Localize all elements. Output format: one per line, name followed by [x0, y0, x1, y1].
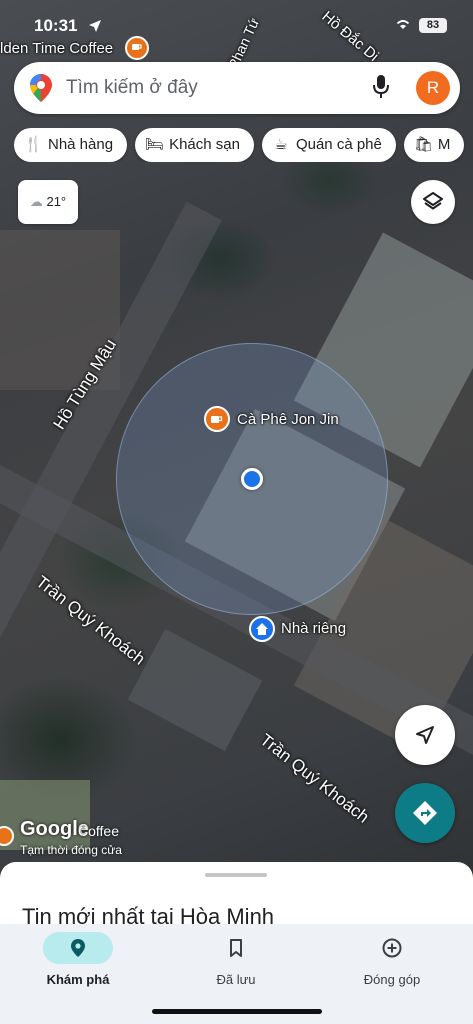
search-bar[interactable]: Tìm kiếm ở đây R: [14, 62, 460, 114]
poi-status-closed: Tạm thời đóng cửa: [20, 843, 122, 857]
sheet-drag-handle[interactable]: [205, 873, 267, 877]
chip-hotels[interactable]: 🛏 Khách sạn: [135, 128, 254, 162]
poi-label-bottom-coffee[interactable]: Coffee: [78, 823, 119, 839]
poi-label-ca-phe-jon-jin[interactable]: Cà Phê Jon Jin: [237, 411, 339, 428]
chip-coffee[interactable]: ☕ Quán cà phê: [261, 128, 396, 162]
bookmark-icon: [230, 939, 242, 957]
battery-indicator: 83: [419, 18, 447, 33]
chip-restaurants[interactable]: 🍴 Nhà hàng: [14, 128, 128, 162]
avatar[interactable]: R: [416, 71, 450, 105]
layers-button[interactable]: [411, 180, 455, 224]
weather-temperature: 21°: [46, 194, 67, 209]
directions-button[interactable]: [395, 783, 455, 843]
tab-explore[interactable]: Khám phá: [8, 932, 148, 987]
poi-label-top-coffee[interactable]: lden Time Coffee: [0, 40, 113, 57]
street-label-tran-quy-khoach-2: Trần Quý Khoách: [256, 730, 373, 827]
weather-badge[interactable]: ☁ 21°: [18, 180, 78, 224]
coffee-icon: ☕: [274, 136, 288, 153]
tab-explore-label: Khám phá: [46, 972, 110, 987]
restaurant-icon: 🍴: [24, 136, 43, 153]
bottom-sheet[interactable]: Tin mới nhất tại Hòa Minh: [0, 862, 473, 924]
status-bar: 10:31 83: [0, 10, 473, 40]
shopping-bag-icon: 🛍: [413, 136, 433, 153]
tab-contribute-pill: [357, 932, 427, 964]
hotel-icon: 🛏: [145, 136, 165, 153]
navigation-arrow-icon: [416, 726, 434, 744]
chip-shopping[interactable]: 🛍 M: [403, 128, 465, 162]
directions-icon: [413, 801, 437, 825]
tab-saved-label: Đã lưu: [216, 972, 256, 987]
current-location-dot[interactable]: [241, 468, 263, 490]
street-label-tran-quy-khoach: Trần Quý Khoách: [32, 572, 149, 669]
sheet-title: Tin mới nhất tại Hòa Minh: [22, 904, 275, 924]
recenter-location-button[interactable]: [395, 705, 455, 765]
tab-contribute[interactable]: Đóng góp: [322, 932, 462, 987]
poi-label-nha-rieng[interactable]: Nhà riêng: [281, 620, 346, 637]
search-input[interactable]: Tìm kiếm ở đây: [66, 77, 198, 99]
google-maps-pin-icon: [30, 74, 52, 102]
tab-contribute-label: Đóng góp: [363, 972, 421, 987]
bottom-navigation: Khám phá Đã lưu Đóng góp: [0, 924, 473, 1024]
cloud-icon: ☁: [29, 194, 43, 209]
coffee-icon[interactable]: [204, 406, 230, 432]
tab-explore-pill: [43, 932, 113, 964]
category-chips: 🍴 Nhà hàng 🛏 Khách sạn ☕ Quán cà phê 🛍 M: [14, 128, 473, 162]
location-arrow-icon: [89, 20, 101, 32]
clock: 10:31: [34, 16, 78, 35]
add-circle-icon: [382, 938, 402, 958]
tab-saved[interactable]: Đã lưu: [166, 932, 306, 987]
home-indicator: [152, 1009, 322, 1014]
tab-saved-pill: [201, 932, 271, 964]
wifi-icon: [396, 20, 410, 29]
home-icon[interactable]: [249, 616, 275, 642]
explore-pin-icon: [71, 939, 85, 957]
microphone-icon[interactable]: [372, 74, 390, 100]
layers-icon: [423, 192, 443, 210]
